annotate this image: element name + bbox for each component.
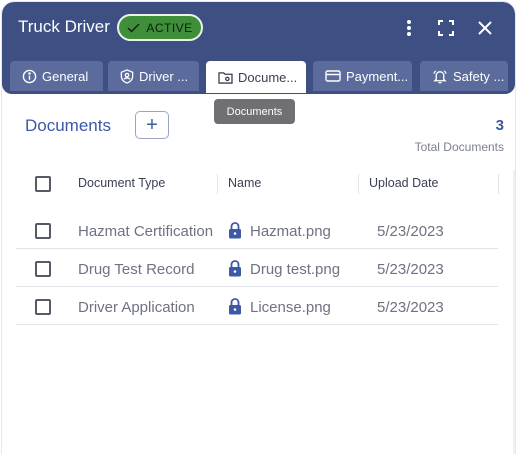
document-count: 3 — [495, 117, 504, 134]
tab-safety[interactable]: Safety ... — [420, 61, 508, 91]
shield-user-icon — [120, 68, 134, 84]
panel-title: Truck Driver — [18, 17, 110, 36]
document-name-link[interactable]: Drug test.png — [250, 261, 340, 278]
tab-driver[interactable]: Driver ... — [108, 61, 199, 91]
document-name-link[interactable]: Hazmat.png — [250, 223, 331, 240]
tab-safety-label: Safety ... — [453, 68, 505, 84]
more-vertical-icon[interactable] — [399, 18, 419, 38]
row-checkbox[interactable] — [35, 223, 51, 239]
credit-card-icon — [325, 70, 341, 82]
tab-payment-label: Payment... — [346, 68, 409, 84]
close-icon[interactable] — [475, 18, 495, 38]
column-divider — [498, 174, 499, 194]
row-divider — [16, 324, 498, 325]
upload-date-cell: 5/23/2023 — [377, 261, 444, 278]
tab-payment[interactable]: Payment... — [313, 61, 412, 91]
column-header-name[interactable]: Name — [228, 176, 261, 190]
check-icon — [127, 23, 140, 32]
status-badge: ACTIVE — [117, 14, 203, 41]
add-document-button[interactable]: + — [135, 111, 169, 139]
row-checkbox[interactable] — [35, 261, 51, 277]
tab-general[interactable]: General — [10, 61, 103, 91]
column-header-document-type[interactable]: Document Type — [78, 176, 165, 190]
lock-icon — [229, 222, 241, 239]
lock-icon — [229, 298, 241, 315]
info-circle-icon — [22, 69, 37, 83]
document-name-link[interactable]: License.png — [250, 299, 331, 316]
select-all-checkbox[interactable] — [35, 176, 51, 192]
tab-driver-label: Driver ... — [139, 68, 189, 84]
scrollbar-track[interactable] — [513, 170, 515, 454]
folder-icon — [218, 71, 233, 84]
row-checkbox[interactable] — [35, 299, 51, 315]
panel-header: Truck Driver ACTIVE General Driver ... D… — [2, 2, 515, 94]
tab-general-label: General — [42, 68, 89, 84]
document-count-label: Total Documents — [414, 140, 504, 154]
document-type-cell: Driver Application — [78, 299, 195, 316]
fullscreen-icon[interactable] — [436, 18, 456, 38]
bell-alert-icon — [433, 69, 447, 83]
column-divider — [217, 174, 218, 194]
column-header-upload-date[interactable]: Upload Date — [369, 176, 439, 190]
row-divider — [16, 248, 498, 249]
tab-documents[interactable]: Docume... — [206, 61, 306, 93]
row-divider — [16, 286, 498, 287]
tooltip: Documents — [214, 99, 295, 124]
lock-icon — [229, 260, 241, 277]
section-title: Documents — [25, 116, 111, 135]
column-divider — [358, 174, 359, 194]
document-type-cell: Hazmat Certification — [78, 223, 214, 240]
upload-date-cell: 5/23/2023 — [377, 223, 444, 240]
document-type-cell: Drug Test Record — [78, 261, 195, 278]
tab-documents-label: Docume... — [238, 69, 298, 85]
status-badge-label: ACTIVE — [146, 20, 193, 35]
upload-date-cell: 5/23/2023 — [377, 299, 444, 316]
